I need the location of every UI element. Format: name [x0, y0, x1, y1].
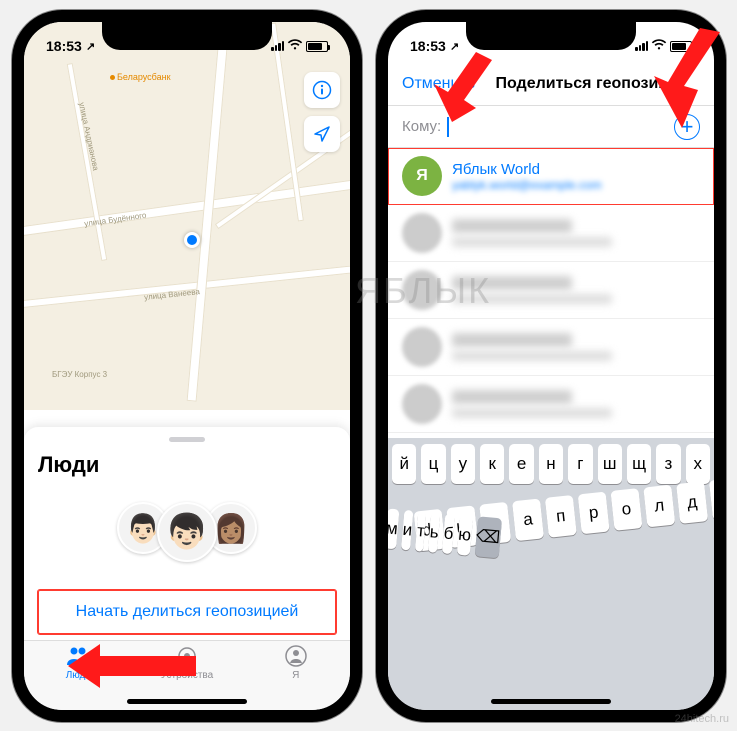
signal-icon: [271, 41, 284, 51]
key-у[interactable]: у: [451, 444, 475, 484]
annotation-arrow: [68, 636, 198, 696]
contact-detail: yablyk.world@example.com: [452, 178, 602, 192]
people-sheet[interactable]: Люди 👨🏻 👦🏻 👩🏽 Начать делиться геопозицие…: [24, 427, 350, 654]
grab-handle[interactable]: [169, 437, 205, 442]
contact-name: Яблык World: [452, 161, 602, 178]
info-button[interactable]: [304, 72, 340, 108]
memoji-group: 👨🏻 👦🏻 👩🏽: [38, 502, 336, 562]
key-н[interactable]: н: [539, 444, 563, 484]
key-л[interactable]: л: [643, 485, 675, 528]
key-ш[interactable]: ш: [598, 444, 622, 484]
key-г[interactable]: г: [568, 444, 592, 484]
home-indicator[interactable]: [127, 699, 247, 704]
map-poi-bank: Беларусбанк: [110, 72, 171, 82]
status-loc-arrow: ↗: [450, 40, 459, 53]
key-х[interactable]: х: [686, 444, 710, 484]
contact-row-blur[interactable]: [388, 319, 714, 376]
key-щ[interactable]: щ: [627, 444, 651, 484]
tab-me-label: Я: [292, 670, 299, 681]
sheet-title: Люди: [38, 452, 336, 478]
key-й[interactable]: й: [392, 444, 416, 484]
keyboard[interactable]: йцукенгшщзх фывапролджэ ⇧ячсмитьбю⌫ 123 …: [388, 438, 714, 710]
key-д[interactable]: д: [676, 481, 708, 524]
key-р[interactable]: р: [578, 492, 610, 535]
key-backspace[interactable]: ⌫: [474, 516, 501, 558]
me-icon: [285, 645, 307, 669]
status-icons: [271, 38, 328, 54]
contact-row-blur[interactable]: [388, 262, 714, 319]
contacts-list[interactable]: Я Яблык World yablyk.world@example.com: [388, 148, 714, 438]
key-е[interactable]: е: [509, 444, 533, 484]
annotation-arrow: [416, 52, 496, 122]
kb-row-1: йцукенгшщзх: [392, 444, 710, 484]
home-indicator[interactable]: [491, 699, 611, 704]
avatar: Я: [402, 156, 442, 196]
contact-row-yablyk[interactable]: Я Яблык World yablyk.world@example.com: [388, 148, 714, 205]
wifi-icon: [287, 38, 303, 54]
key-м[interactable]: м: [388, 508, 399, 549]
key-о[interactable]: о: [610, 488, 642, 531]
map-area[interactable]: Беларусбанк улица Будённого улица Ванеев…: [24, 22, 350, 410]
key-к[interactable]: к: [480, 444, 504, 484]
phone-left: 18:53 ↗ Беларусбанк улица Будённого улиц…: [12, 10, 362, 722]
status-loc-arrow: ↗: [86, 40, 95, 53]
share-location-button[interactable]: Начать делиться геопозицией: [38, 590, 336, 634]
key-ж[interactable]: ж: [709, 478, 714, 521]
contact-row-blur[interactable]: [388, 376, 714, 433]
kb-row-3: ⇧ячсмитьбю⌫: [388, 510, 419, 710]
tab-me[interactable]: Я: [241, 645, 350, 710]
site-watermark: 24hitech.ru: [675, 713, 729, 725]
key-б[interactable]: б: [442, 513, 455, 554]
key-з[interactable]: з: [656, 444, 680, 484]
notch: [466, 22, 636, 50]
screen-left: 18:53 ↗ Беларусбанк улица Будённого улиц…: [24, 22, 350, 710]
locate-button[interactable]: [304, 116, 340, 152]
key-ю[interactable]: ю: [457, 515, 473, 556]
status-time: 18:53: [46, 38, 82, 54]
battery-icon: [306, 41, 328, 52]
key-ц[interactable]: ц: [421, 444, 445, 484]
notch: [102, 22, 272, 50]
annotation-arrow: [634, 28, 724, 128]
contact-row-blur[interactable]: [388, 205, 714, 262]
map-poi-bgeu: БГЭУ Корпус 3: [52, 370, 107, 379]
current-location-dot: [184, 232, 200, 248]
memoji-2: 👦🏻: [157, 502, 217, 562]
key-а[interactable]: а: [512, 498, 544, 541]
key-п[interactable]: п: [545, 495, 577, 538]
